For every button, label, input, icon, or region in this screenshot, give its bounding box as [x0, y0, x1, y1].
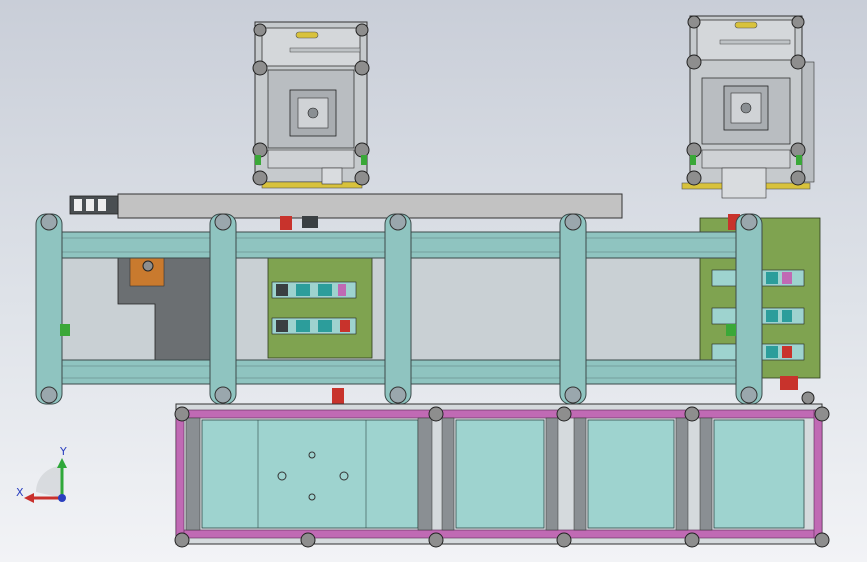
- gantry-head-right[interactable]: [681, 15, 815, 199]
- plate-section-2[interactable]: [455, 419, 545, 529]
- top-cross-beam[interactable]: [69, 193, 623, 230]
- clamp-row-upper-left[interactable]: [271, 281, 357, 299]
- pillar-4[interactable]: [559, 213, 587, 405]
- x-axis-label: X: [16, 486, 24, 499]
- plate-section-1[interactable]: [201, 419, 419, 529]
- y-axis-label: Y: [59, 445, 67, 458]
- coordinate-triad-icon: Y X: [16, 445, 67, 503]
- plate-section-3[interactable]: [587, 419, 675, 529]
- gantry-head-left[interactable]: [252, 21, 370, 189]
- cad-viewport[interactable]: Y X: [0, 0, 867, 562]
- pillar-3[interactable]: [384, 213, 412, 405]
- red-stopper: [332, 388, 344, 406]
- clamp-row-lower-left[interactable]: [271, 317, 357, 335]
- pillar-2[interactable]: [209, 213, 237, 405]
- plate-section-4[interactable]: [713, 419, 805, 529]
